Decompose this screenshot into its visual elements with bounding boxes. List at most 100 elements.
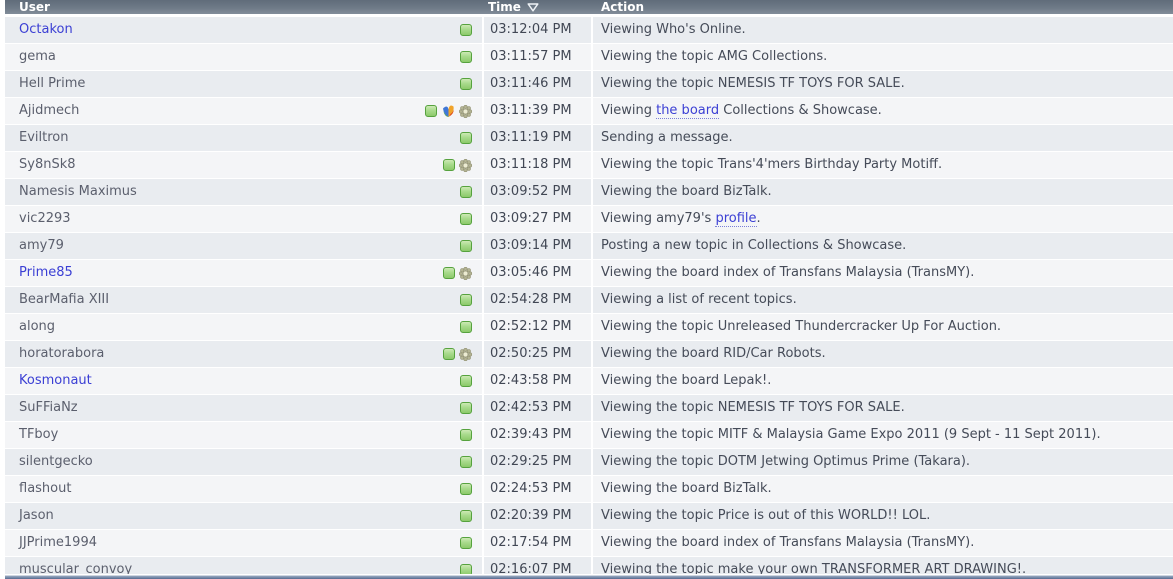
- last-action-time: 03:09:14 PM: [482, 233, 591, 259]
- user-action: Posting a new topic in Collections & Sho…: [591, 233, 1173, 259]
- status-icons: [460, 240, 482, 252]
- online-status-icon: [460, 240, 472, 252]
- action-text: Viewing the board BizTalk.: [601, 481, 772, 496]
- user-action: Viewing the board index of Transfans Mal…: [591, 260, 1173, 286]
- username-link[interactable]: Jason: [19, 503, 54, 529]
- table-row: JJPrime1994 02:17:54 PM Viewing the boar…: [5, 530, 1173, 557]
- username-link[interactable]: JJPrime1994: [19, 530, 97, 556]
- last-action-time: 02:43:58 PM: [482, 368, 591, 394]
- username-link[interactable]: Octakon: [19, 17, 73, 43]
- status-icons: [460, 294, 482, 306]
- action-inline-link[interactable]: the board: [656, 103, 720, 119]
- table-row: Octakon 03:12:04 PM Viewing Who's Online…: [5, 17, 1173, 44]
- status-icons: [460, 456, 482, 468]
- username-link[interactable]: Kosmonaut: [19, 368, 92, 394]
- user-cell: Sy8nSk8: [5, 152, 482, 178]
- table-row: Jason 02:20:39 PM Viewing the topic Pric…: [5, 503, 1173, 530]
- user-cell: Kosmonaut: [5, 368, 482, 394]
- online-status-icon: [443, 159, 455, 171]
- username-link[interactable]: along: [19, 314, 55, 340]
- online-status-icon: [443, 267, 455, 279]
- last-action-time: 03:11:19 PM: [482, 125, 591, 151]
- status-icons: [460, 51, 482, 63]
- user-action: Viewing Who's Online.: [591, 17, 1173, 43]
- action-inline-link[interactable]: profile: [715, 211, 757, 227]
- online-status-icon: [460, 294, 472, 306]
- action-text: Viewing the board index of Transfans Mal…: [601, 535, 975, 550]
- username-link[interactable]: Eviltron: [19, 125, 68, 151]
- user-action: Viewing the board RID/Car Robots.: [591, 341, 1173, 367]
- user-cell: Jason: [5, 503, 482, 529]
- online-status-icon: [425, 105, 437, 117]
- username-link[interactable]: Namesis Maximus: [19, 179, 137, 205]
- last-action-time: 02:29:25 PM: [482, 449, 591, 475]
- status-icons: [460, 321, 482, 333]
- table-row: flashout 02:24:53 PM Viewing the board B…: [5, 476, 1173, 503]
- online-status-icon: [460, 510, 472, 522]
- online-status-icon: [460, 456, 472, 468]
- status-icons: [425, 104, 482, 118]
- action-text: .: [756, 211, 761, 226]
- username-link[interactable]: silentgecko: [19, 449, 93, 475]
- online-status-icon: [460, 24, 472, 36]
- user-cell: Ajidmech: [5, 98, 482, 124]
- table-row: Namesis Maximus 03:09:52 PM Viewing the …: [5, 179, 1173, 206]
- column-header-action[interactable]: Action: [593, 0, 1173, 14]
- last-action-time: 02:24:53 PM: [482, 476, 591, 502]
- user-cell: SuFFiaNz: [5, 395, 482, 421]
- user-cell: flashout: [5, 476, 482, 502]
- action-text: Viewing the topic MITF & Malaysia Game E…: [601, 427, 1101, 442]
- user-action: Viewing the topic Unreleased Thundercrac…: [591, 314, 1173, 340]
- last-action-time: 03:09:52 PM: [482, 179, 591, 205]
- user-action: Viewing a list of recent topics.: [591, 287, 1173, 313]
- column-header-time[interactable]: Time: [482, 0, 593, 14]
- username-link[interactable]: SuFFiaNz: [19, 395, 78, 421]
- user-action: Viewing the board index of Transfans Mal…: [591, 530, 1173, 556]
- status-icons: [443, 266, 482, 280]
- icq-icon: [459, 347, 472, 361]
- table-row: along 02:52:12 PM Viewing the topic Unre…: [5, 314, 1173, 341]
- column-header-user-label: User: [19, 0, 50, 14]
- user-cell: Prime85: [5, 260, 482, 286]
- table-row: Sy8nSk8 03:11:18 PM Viewing the topic Tr…: [5, 152, 1173, 179]
- user-cell: along: [5, 314, 482, 340]
- online-status-icon: [460, 537, 472, 549]
- whos-online-page: User Time Action Octakon 03:12:04 PM Vie…: [0, 0, 1173, 579]
- username-link[interactable]: amy79: [19, 233, 64, 259]
- status-icons: [460, 186, 482, 198]
- table-row: Ajidmech 03:11:39 PM Viewing the board C…: [5, 98, 1173, 125]
- user-action: Viewing the topic NEMESIS TF TOYS FOR SA…: [591, 71, 1173, 97]
- user-action: Viewing the topic DOTM Jetwing Optimus P…: [591, 449, 1173, 475]
- username-link[interactable]: BearMafia XIII: [19, 287, 109, 313]
- last-action-time: 03:05:46 PM: [482, 260, 591, 286]
- status-icons: [443, 347, 482, 361]
- icq-icon: [459, 158, 472, 172]
- online-status-icon: [460, 213, 472, 225]
- online-status-icon: [460, 402, 472, 414]
- user-action: Viewing the board Collections & Showcase…: [591, 98, 1173, 124]
- username-link[interactable]: horatorabora: [19, 341, 104, 367]
- table-row: TFboy 02:39:43 PM Viewing the topic MITF…: [5, 422, 1173, 449]
- username-link[interactable]: Hell Prime: [19, 71, 85, 97]
- username-link[interactable]: flashout: [19, 476, 71, 502]
- username-link[interactable]: TFboy: [19, 422, 58, 448]
- username-link[interactable]: gema: [19, 44, 56, 70]
- icq-icon: [459, 104, 472, 118]
- online-status-icon: [443, 348, 455, 360]
- username-link[interactable]: vic2293: [19, 206, 71, 232]
- table-row: vic2293 03:09:27 PM Viewing amy79's prof…: [5, 206, 1173, 233]
- last-action-time: 02:20:39 PM: [482, 503, 591, 529]
- username-link[interactable]: Sy8nSk8: [19, 152, 76, 178]
- table-row: Hell Prime 03:11:46 PM Viewing the topic…: [5, 71, 1173, 98]
- action-text: Viewing the topic NEMESIS TF TOYS FOR SA…: [601, 400, 905, 415]
- username-link[interactable]: Prime85: [19, 260, 73, 286]
- column-header-user[interactable]: User: [5, 0, 482, 14]
- action-text: Viewing the board RID/Car Robots.: [601, 346, 826, 361]
- status-icons: [460, 78, 482, 90]
- msn-messenger-icon: [443, 105, 454, 117]
- last-action-time: 02:54:28 PM: [482, 287, 591, 313]
- action-text: Viewing amy79's: [601, 211, 716, 226]
- icq-icon: [459, 266, 472, 280]
- username-link[interactable]: Ajidmech: [19, 98, 79, 124]
- table-row: silentgecko 02:29:25 PM Viewing the topi…: [5, 449, 1173, 476]
